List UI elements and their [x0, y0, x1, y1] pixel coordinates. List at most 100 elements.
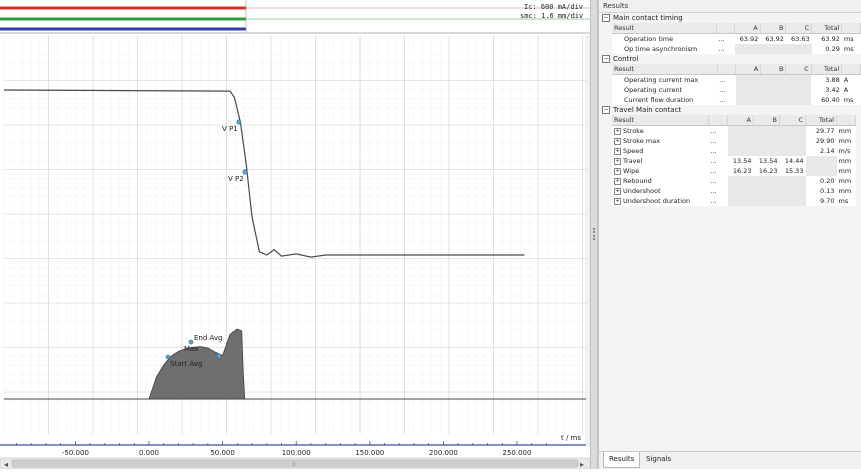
column-header[interactable]: Total	[811, 23, 843, 34]
scroll-left-icon[interactable]: ◂	[4, 460, 8, 469]
column-header[interactable]	[708, 115, 728, 126]
column-header[interactable]: A	[735, 64, 762, 75]
column-header[interactable]	[836, 115, 856, 126]
start-avg-marker[interactable]	[165, 354, 171, 360]
results-table: Result A B C Total + Stroke... 29.77 mm + Stroke m…	[612, 115, 856, 206]
column-header[interactable]: B	[753, 115, 780, 126]
total-value: 0.20	[820, 177, 835, 185]
table-row[interactable]: Operation time... 63.92 63.92 63.63 63.92 ms	[612, 34, 861, 45]
panel-splitter[interactable]	[590, 0, 598, 469]
oscilloscope-plot[interactable]: Ic: 600 mA/div smc: 1.6 mm/div V P1 V P2…	[0, 0, 591, 470]
column-header[interactable]: A	[734, 23, 761, 34]
collapse-icon[interactable]: −	[602, 106, 610, 114]
row-dots-button[interactable]: ...	[709, 136, 728, 146]
plot-canvas[interactable]: Ic: 600 mA/div smc: 1.6 mm/div V P1 V P2…	[0, 0, 591, 470]
phase-a-value	[734, 44, 761, 54]
phase-c-value	[779, 125, 806, 136]
phase-b-value	[753, 176, 780, 186]
column-header[interactable]	[717, 64, 737, 75]
row-name: + Undershoot	[612, 186, 709, 196]
phase-c-value	[779, 186, 806, 196]
tab-results[interactable]: Results	[603, 452, 641, 468]
column-header[interactable]: C	[785, 23, 813, 34]
table-row[interactable]: + Stroke max... 29.90 mm	[612, 136, 856, 146]
column-header[interactable]: Result	[612, 23, 717, 34]
collapse-icon[interactable]: −	[602, 55, 610, 63]
column-header[interactable]: Total	[811, 64, 843, 75]
table-row[interactable]: + Undershoot duration... 9.70 ms	[612, 196, 856, 206]
row-name: + Undershoot duration	[612, 196, 709, 206]
row-dots-button[interactable]: ...	[709, 146, 728, 156]
expand-icon[interactable]: +	[614, 197, 621, 205]
section-header[interactable]: − Travel Main contact	[599, 105, 861, 115]
expand-icon[interactable]: +	[614, 127, 621, 135]
column-header[interactable]: C	[785, 64, 812, 75]
x-tick-label: 50.000	[210, 449, 235, 457]
row-dots-button[interactable]: ...	[709, 166, 728, 176]
unit-label: mm	[838, 167, 852, 175]
table-row[interactable]: Operating current... 3.42 A	[612, 85, 861, 95]
section-header[interactable]: − Control	[599, 54, 861, 64]
column-header[interactable]	[716, 23, 736, 34]
row-dots-button[interactable]: ...	[709, 126, 728, 137]
results-section: − Travel Main contact Result A B C Total + Strok…	[599, 105, 861, 206]
max-marker[interactable]	[216, 353, 222, 359]
table-row[interactable]: + Speed... 2.14 m/s	[612, 146, 856, 156]
phase-b-value	[753, 186, 780, 196]
row-label: Undershoot duration	[623, 197, 691, 205]
column-header[interactable]: B	[760, 23, 787, 34]
row-dots-button[interactable]: ...	[717, 85, 736, 95]
expand-icon[interactable]: +	[614, 187, 621, 195]
table-row[interactable]: + Stroke... 29.77 mm	[612, 125, 856, 137]
column-header[interactable]: Result	[612, 115, 709, 126]
row-label: Stroke	[623, 127, 644, 135]
column-header[interactable]: A	[727, 115, 754, 126]
collapse-icon[interactable]: −	[602, 14, 610, 22]
row-dots-button[interactable]: ...	[709, 176, 728, 186]
column-header[interactable]: C	[779, 115, 806, 126]
expand-icon[interactable]: +	[614, 157, 621, 165]
phase-a-value: 13.54	[732, 157, 752, 165]
phase-c-value	[785, 95, 812, 105]
row-dots-button[interactable]: ...	[717, 95, 736, 105]
row-dots-button[interactable]: ...	[716, 34, 734, 45]
row-dots-button[interactable]: ...	[709, 186, 728, 196]
tab-area-splitter[interactable]: ⋯⋯	[599, 446, 861, 463]
vp1-marker[interactable]	[236, 119, 242, 125]
end-avg-marker[interactable]	[188, 339, 194, 345]
phase-c-value	[785, 74, 812, 85]
column-header[interactable]	[841, 23, 861, 34]
phase-c-value: 14.44	[784, 157, 804, 165]
column-header[interactable]: Total	[805, 115, 837, 126]
row-name: + Rebound	[612, 176, 709, 186]
row-label: Travel	[623, 157, 643, 165]
row-dots-button[interactable]: ...	[709, 196, 728, 206]
table-row[interactable]: Operating current max... 3.88 A	[612, 74, 861, 86]
table-row[interactable]: Op time asynchronism... 0.29 ms	[612, 44, 861, 54]
scroll-right-icon[interactable]: ▸	[580, 460, 584, 469]
table-row[interactable]: + Travel... 13.54 13.54 14.44 mm	[612, 156, 856, 166]
vp2-marker[interactable]	[242, 169, 248, 175]
column-header[interactable]: Result	[612, 64, 718, 75]
expand-icon[interactable]: +	[614, 147, 621, 155]
column-header[interactable]	[841, 64, 861, 75]
row-name: + Speed	[612, 146, 709, 156]
row-dots-button[interactable]: ...	[716, 44, 734, 54]
row-label: Speed	[623, 147, 644, 155]
unit-label: mm	[838, 137, 852, 145]
row-dots-button[interactable]: ...	[717, 75, 736, 86]
expand-icon[interactable]: +	[614, 167, 621, 175]
table-row[interactable]: Current flow duration... 60.40 ms	[612, 95, 861, 105]
tab-signals[interactable]: Signals	[641, 452, 676, 467]
table-row[interactable]: + Undershoot... 0.13 mm	[612, 186, 856, 196]
expand-icon[interactable]: +	[614, 177, 621, 185]
start-avg-label: Start Avg	[170, 360, 202, 368]
x-tick-label: 200.000	[429, 449, 458, 457]
section-header[interactable]: − Main contact timing	[599, 13, 861, 23]
column-header[interactable]: B	[760, 64, 787, 75]
total-value: 0.13	[820, 187, 835, 195]
row-dots-button[interactable]: ...	[709, 156, 728, 166]
expand-icon[interactable]: +	[614, 137, 621, 145]
table-row[interactable]: + Rebound... 0.20 mm	[612, 176, 856, 186]
table-row[interactable]: + Wipe... 16.23 16.23 15.33 mm	[612, 166, 856, 176]
